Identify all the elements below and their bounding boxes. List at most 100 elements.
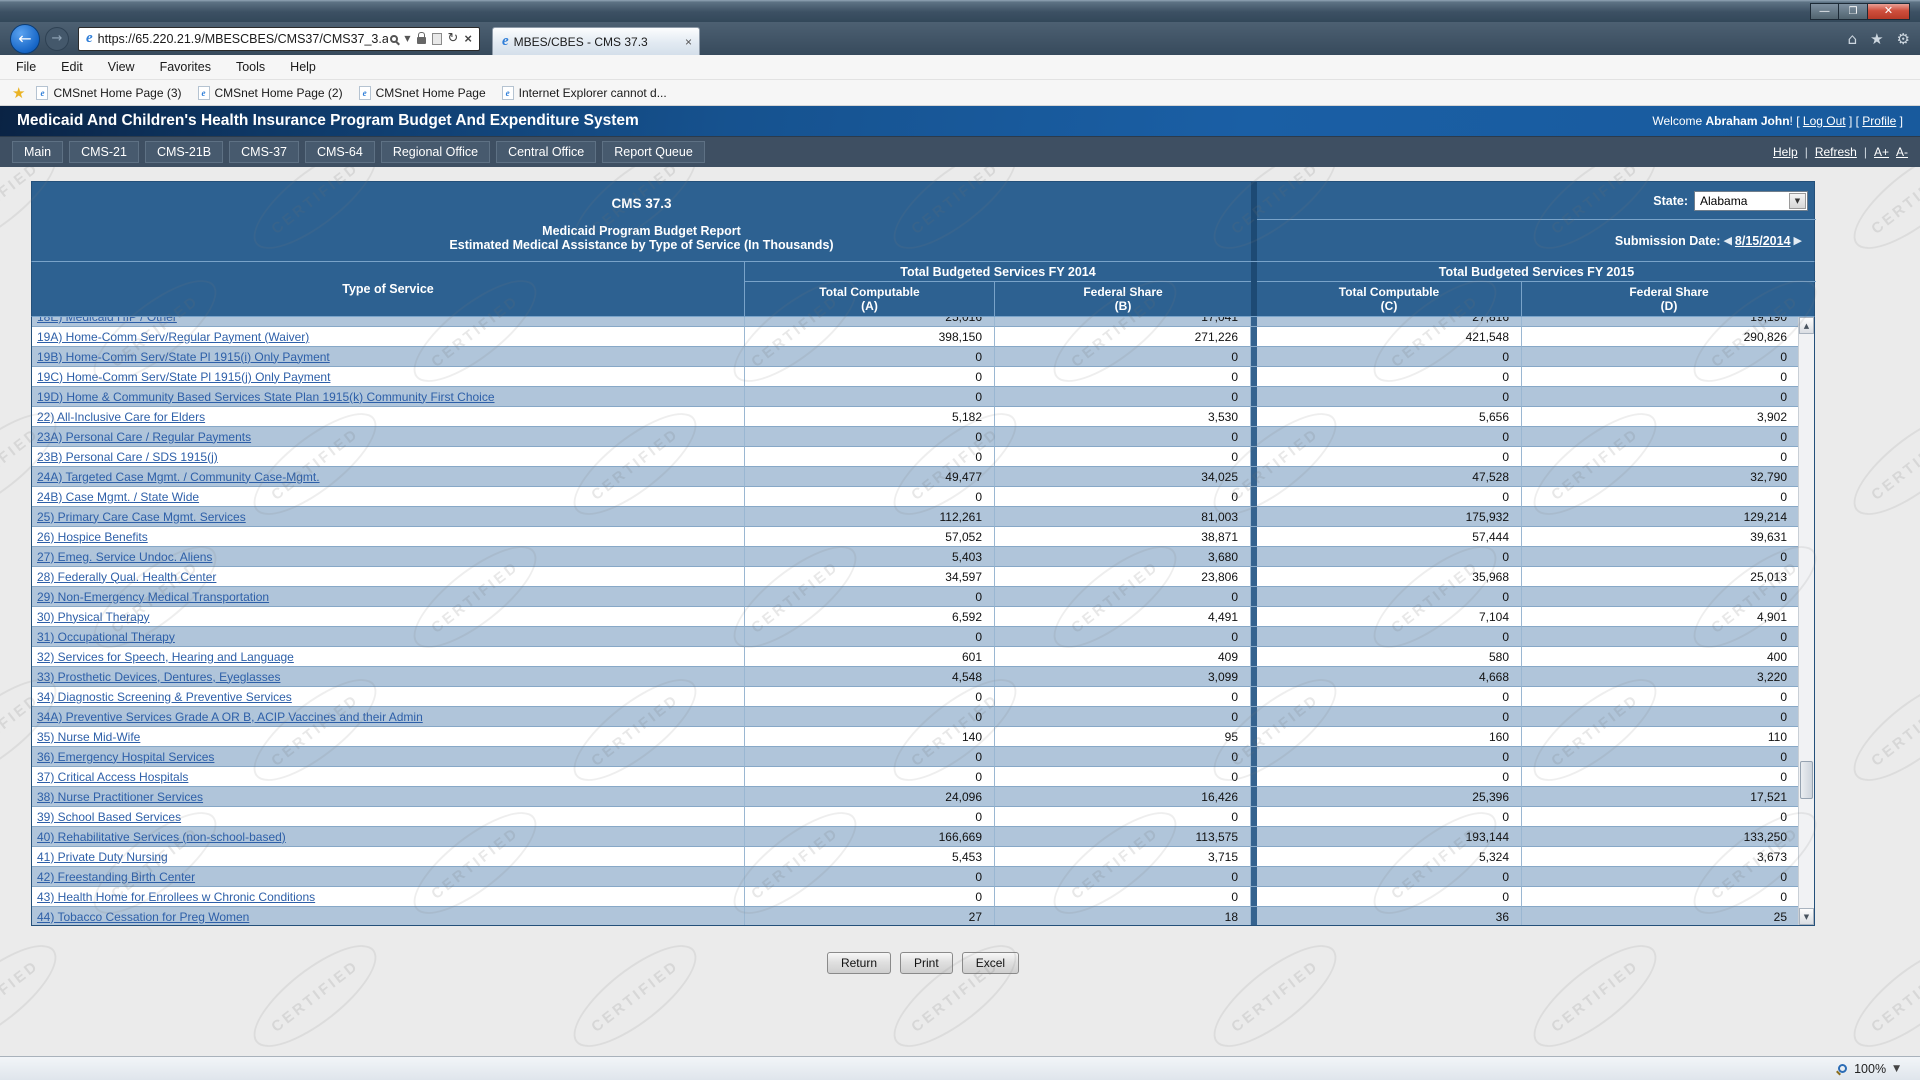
service-link[interactable]: 18E) Medicaid HIP / Other [37,316,177,324]
service-link[interactable]: 38) Nurse Practitioner Services [37,790,203,804]
service-cell: 41) Private Duty Nursing [32,847,745,867]
nav-bar: Main CMS-21 CMS-21B CMS-37 CMS-64 Regional Of… [0,136,1920,167]
next-date-icon[interactable]: ▶ [1794,234,1802,247]
service-link[interactable]: 44) Tobacco Cessation for Preg Women [37,910,249,924]
menu-file[interactable]: File [16,60,36,74]
tab-close-icon[interactable]: × [685,35,692,49]
service-link[interactable]: 35) Nurse Mid-Wife [37,730,140,744]
value-cell-d: 0 [1522,807,1800,827]
value-cell-a: 57,052 [745,527,995,547]
nav-tab-cms-37[interactable]: CMS-37 [229,141,299,163]
nav-tab-cms-21[interactable]: CMS-21 [69,141,139,163]
service-link[interactable]: 37) Critical Access Hospitals [37,770,188,784]
service-link[interactable]: 30) Physical Therapy [37,610,150,624]
menu-help[interactable]: Help [290,60,316,74]
service-link[interactable]: 31) Occupational Therapy [37,630,175,644]
zoom-control[interactable]: 100% ▼ [1838,1062,1900,1076]
favorites-bar-item[interactable]: eCMSnet Home Page [359,86,486,100]
value-cell-d: 0 [1522,447,1800,467]
service-link[interactable]: 24B) Case Mgmt. / State Wide [37,490,199,504]
service-link[interactable]: 41) Private Duty Nursing [37,850,168,864]
excel-button[interactable]: Excel [962,952,1019,974]
dropdown-arrow-icon[interactable]: ▼ [1789,193,1806,209]
nav-link-help[interactable]: Help [1773,145,1798,159]
search-icon[interactable] [390,35,398,43]
nav-link-refresh[interactable]: Refresh [1815,145,1857,159]
nav-link-a[interactable]: A+ [1874,145,1889,159]
service-link[interactable]: 19B) Home-Comm Serv/State Pl 1915(i) Onl… [37,350,330,364]
service-link[interactable]: 39) School Based Services [37,810,181,824]
scroll-up-icon[interactable]: ▲ [1799,317,1814,334]
service-link[interactable]: 42) Freestanding Birth Center [37,870,195,884]
submission-date-link[interactable]: 8/15/2014 [1735,234,1791,248]
scrollbar-thumb[interactable] [1800,761,1813,799]
nav-tab-cms-64[interactable]: CMS-64 [305,141,375,163]
service-link[interactable]: 24A) Targeted Case Mgmt. / Community Cas… [37,470,320,484]
url-text[interactable]: https://65.220.21.9/MBESCBES/CMS37/CMS37… [98,32,389,46]
window-maximize-button[interactable]: ❐ [1839,3,1868,20]
nav-tab-central-office[interactable]: Central Office [496,141,596,163]
address-bar[interactable]: e https://65.220.21.9/MBESCBES/CMS37/CMS… [78,27,480,51]
value-cell-d: 32,790 [1522,467,1800,487]
service-link[interactable]: 19D) Home & Community Based Services Sta… [37,390,495,404]
value-cell-c: 0 [1257,867,1522,887]
refresh-icon[interactable]: ↻ [448,31,459,46]
service-link[interactable]: 27) Emeg. Service Undoc. Aliens [37,550,212,564]
service-cell: 23B) Personal Care / SDS 1915(j) [32,447,745,467]
table-scrollbar[interactable]: ▲ ▼ [1798,317,1814,925]
value-cell-c: 0 [1257,347,1522,367]
service-link[interactable]: 36) Emergency Hospital Services [37,750,214,764]
nav-tab-main[interactable]: Main [12,141,63,163]
favorites-bar-item[interactable]: eInternet Explorer cannot d... [502,86,667,100]
logout-link[interactable]: Log Out [1803,114,1846,128]
browser-tab[interactable]: e MBES/CBES - CMS 37.3 × [492,27,700,55]
zoom-dropdown-icon[interactable]: ▼ [1893,1064,1900,1074]
service-link[interactable]: 23A) Personal Care / Regular Payments [37,430,251,444]
value-cell-d: 0 [1522,687,1800,707]
forward-icon[interactable]: → [45,27,69,51]
nav-tab-regional-office[interactable]: Regional Office [381,141,490,163]
menu-favorites[interactable]: Favorites [160,60,211,74]
service-link[interactable]: 40) Rehabilitative Services (non-school-… [37,830,286,844]
service-link[interactable]: 19C) Home-Comm Serv/State Pl 1915(j) Onl… [37,370,330,384]
service-link[interactable]: 25) Primary Care Case Mgmt. Services [37,510,246,524]
service-link[interactable]: 34) Diagnostic Screening & Preventive Se… [37,690,292,704]
service-link[interactable]: 33) Prosthetic Devices, Dentures, Eyegla… [37,670,280,684]
menu-tools[interactable]: Tools [236,60,265,74]
previous-date-icon[interactable]: ◀ [1723,234,1731,247]
nav-tab-cms-21b[interactable]: CMS-21B [145,141,223,163]
back-icon[interactable]: ← [10,24,40,54]
favorites-bar-item[interactable]: eCMSnet Home Page (2) [198,86,343,100]
scroll-down-icon[interactable]: ▼ [1799,908,1814,925]
service-link[interactable]: 43) Health Home for Enrollees w Chronic … [37,890,315,904]
return-button[interactable]: Return [827,952,891,974]
service-link[interactable]: 19A) Home-Comm Serv/Regular Payment (Wai… [37,330,309,344]
service-link[interactable]: 23B) Personal Care / SDS 1915(j) [37,450,218,464]
window-minimize-button[interactable]: — [1810,3,1839,20]
nav-link-a[interactable]: A- [1896,145,1908,159]
value-cell-d: 25 [1522,907,1800,926]
service-link[interactable]: 34A) Preventive Services Grade A OR B, A… [37,710,423,724]
service-link[interactable]: 29) Non-Emergency Medical Transportation [37,590,269,604]
compatibility-view-icon[interactable] [432,33,442,45]
favorites-star-icon[interactable]: ★ [1870,30,1883,48]
menu-view[interactable]: View [108,60,135,74]
favorites-bar-item[interactable]: eCMSnet Home Page (3) [36,86,181,100]
home-icon[interactable]: ⌂ [1848,30,1858,48]
search-dropdown-icon[interactable]: ▼ [404,34,410,43]
service-link[interactable]: 28) Federally Qual. Health Center [37,570,216,584]
service-cell: 43) Health Home for Enrollees w Chronic … [32,887,745,907]
profile-link[interactable]: Profile [1862,114,1896,128]
favorites-add-icon[interactable]: ★ [12,84,25,102]
service-link[interactable]: 22) All-Inclusive Care for Elders [37,410,205,424]
state-dropdown[interactable]: Alabama ▼ [1694,191,1808,211]
print-button[interactable]: Print [900,952,953,974]
lock-icon [417,37,426,44]
service-link[interactable]: 26) Hospice Benefits [37,530,148,544]
service-link[interactable]: 32) Services for Speech, Hearing and Lan… [37,650,294,664]
stop-icon[interactable]: × [464,31,472,46]
settings-gear-icon[interactable]: ⚙ [1897,30,1910,48]
window-close-button[interactable]: ✕ [1868,3,1910,20]
menu-edit[interactable]: Edit [61,60,83,74]
nav-tab-report-queue[interactable]: Report Queue [602,141,705,163]
